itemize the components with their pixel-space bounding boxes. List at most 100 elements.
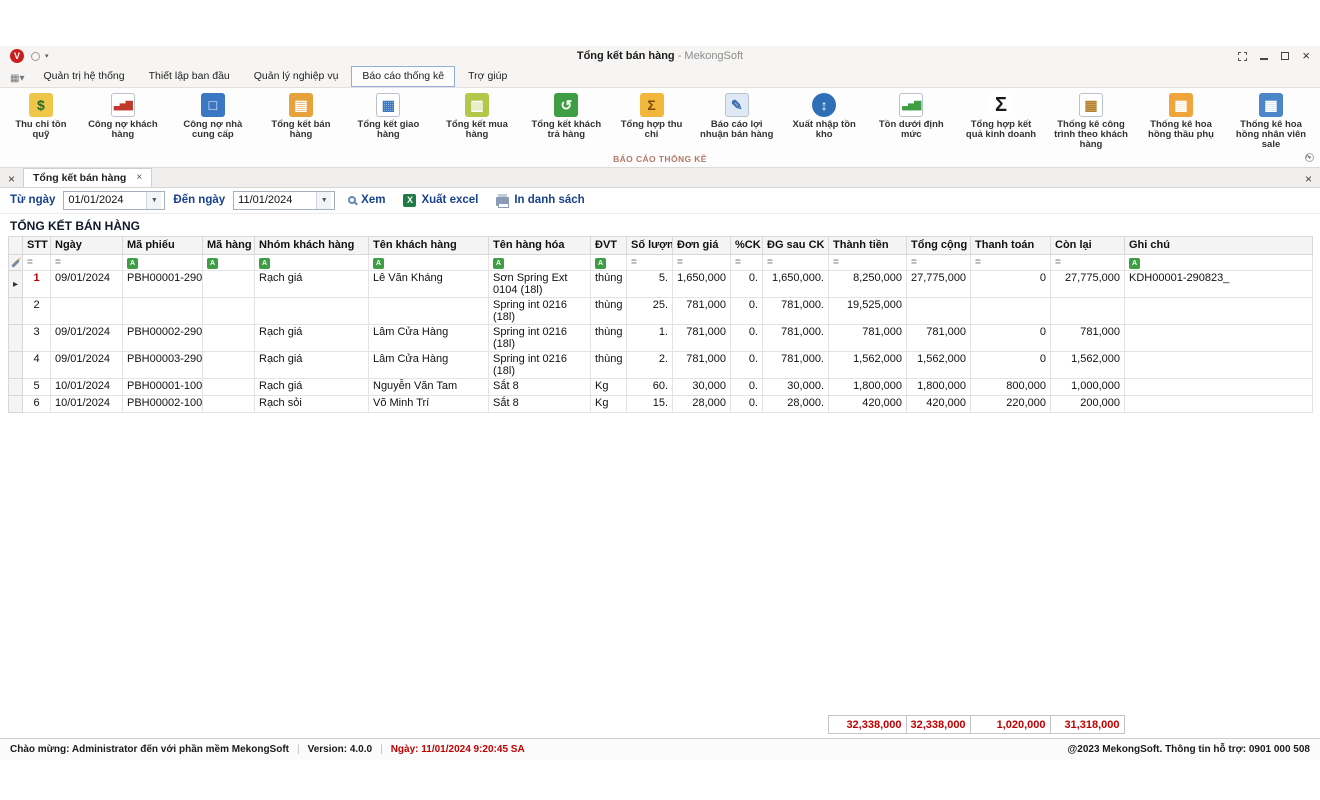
table-cell[interactable] [203,396,255,413]
table-cell[interactable] [369,298,489,325]
table-cell[interactable]: 0. [731,396,763,413]
table-cell[interactable] [203,352,255,379]
table-cell[interactable]: 420,000 [907,396,971,413]
table-cell[interactable]: 1 [23,271,51,298]
table-cell[interactable]: thùng [591,325,627,352]
to-date-dropdown-icon[interactable]: ▼ [316,192,331,209]
table-cell[interactable]: 60. [627,379,673,396]
column-header[interactable]: Số lượng [627,236,673,254]
column-header[interactable]: Mã hàng [203,236,255,254]
table-cell[interactable]: 1,562,000 [829,352,907,379]
to-date-value[interactable] [234,192,316,209]
filter-cell[interactable]: = [731,254,763,271]
table-cell[interactable] [1125,352,1313,379]
menu-tab-business-operations[interactable]: Quản lý nghiệp vụ [243,66,350,87]
ribbon-button-project-by-customer-stats[interactable]: ▦Thống kê công trình theo khách hàng [1046,91,1136,152]
table-cell[interactable]: 0. [731,271,763,298]
table-cell[interactable]: 220,000 [971,396,1051,413]
table-cell[interactable]: 420,000 [829,396,907,413]
table-cell[interactable]: 2. [627,352,673,379]
table-cell[interactable]: 0 [971,352,1051,379]
table-cell[interactable]: 15. [627,396,673,413]
table-cell[interactable]: 781,000 [907,325,971,352]
restore-icon[interactable] [1281,50,1289,62]
table-cell[interactable] [1125,325,1313,352]
table-cell[interactable]: 781,000 [673,352,731,379]
table-row[interactable]: 610/01/2024PBH00002-100...Rạch sỏiVõ Min… [9,396,1313,413]
table-cell[interactable] [255,298,369,325]
table-cell[interactable]: 25. [627,298,673,325]
table-cell[interactable]: 10/01/2024 [51,396,123,413]
column-header[interactable]: ĐG sau CK [763,236,829,254]
column-header[interactable]: %CK [731,236,763,254]
table-cell[interactable] [203,271,255,298]
table-cell[interactable]: 4 [23,352,51,379]
filter-cell[interactable]: A [489,254,591,271]
table-cell[interactable]: Nguyễn Văn Tam [369,379,489,396]
column-header[interactable]: Đơn giá [673,236,731,254]
table-cell[interactable]: 1,000,000 [1051,379,1125,396]
filter-cell[interactable]: A [591,254,627,271]
filter-cell[interactable]: = [971,254,1051,271]
table-cell[interactable]: 0. [731,352,763,379]
table-cell[interactable]: 2 [23,298,51,325]
table-cell[interactable] [203,325,255,352]
table-cell[interactable]: 200,000 [1051,396,1125,413]
app-logo-icon[interactable]: V [10,49,24,63]
filter-cell[interactable]: A [369,254,489,271]
table-cell[interactable]: 0. [731,325,763,352]
menu-grid-icon[interactable]: ▦▾ [4,73,30,87]
filter-cell[interactable]: = [51,254,123,271]
table-cell[interactable]: Spring int 0216 (18l) [489,298,591,325]
table-row[interactable]: 309/01/2024PBH00002-290...Rạch giáLâm Cử… [9,325,1313,352]
filter-cell[interactable]: = [907,254,971,271]
table-cell[interactable]: 1,800,000 [829,379,907,396]
menu-tab-system-administration[interactable]: Quản trị hệ thống [32,66,135,87]
ribbon-button-below-minimum-stock[interactable]: ▃▅▇Tồn dưới định mức [867,91,956,142]
column-header[interactable]: STT [23,236,51,254]
tabstrip-close-right-icon[interactable]: × [1305,173,1312,185]
table-cell[interactable]: Rạch giá [255,271,369,298]
print-list-button[interactable]: In danh sách [491,194,589,206]
table-cell[interactable]: Sắt 8 [489,396,591,413]
table-cell[interactable]: PBH00003-290... [123,352,203,379]
tabstrip-close-left-icon[interactable]: × [6,173,23,187]
column-header[interactable]: ĐVT [591,236,627,254]
table-cell[interactable]: 0. [731,298,763,325]
table-cell[interactable]: 1,562,000 [1051,352,1125,379]
table-cell[interactable]: 781,000 [673,298,731,325]
table-cell[interactable]: 09/01/2024 [51,352,123,379]
ribbon-button-income-expense-summary[interactable]: ΣTổng hợp thu chi [611,91,691,142]
table-cell[interactable]: PBH00001-290... [123,271,203,298]
table-cell[interactable]: Rạch sỏi [255,396,369,413]
ribbon-button-business-results-summary[interactable]: ΣTổng hợp kết quả kinh doanh [956,91,1046,142]
fit-window-icon[interactable] [1238,50,1247,62]
ribbon-collapse-icon[interactable]: ^ [1305,156,1310,164]
table-cell[interactable]: Spring int 0216 (18l) [489,352,591,379]
table-cell[interactable]: 781,000 [1051,325,1125,352]
table-cell[interactable]: 781,000. [763,352,829,379]
table-cell[interactable]: 28,000 [673,396,731,413]
filter-cell[interactable]: A [1125,254,1313,271]
table-row[interactable]: 409/01/2024PBH00003-290...Rạch giáLâm Cử… [9,352,1313,379]
table-cell[interactable] [1051,298,1125,325]
table-cell[interactable] [203,379,255,396]
ribbon-button-delivery-summary[interactable]: ▦Tổng kết giao hàng [344,91,433,142]
filter-cell[interactable]: A [255,254,369,271]
column-header[interactable]: Thanh toán [971,236,1051,254]
menu-tab-initial-setup[interactable]: Thiết lập ban đầu [138,66,241,87]
table-cell[interactable]: 1. [627,325,673,352]
table-cell[interactable]: Võ Minh Trí [369,396,489,413]
ribbon-button-sales-profit-report[interactable]: ✎Báo cáo lợi nhuận bán hàng [692,91,782,142]
column-header[interactable]: Ghi chú [1125,236,1313,254]
ribbon-button-customer-returns-summary[interactable]: ↺Tổng kết khách trả hàng [521,91,611,142]
table-cell[interactable]: 30,000. [763,379,829,396]
table-cell[interactable]: 1,650,000. [763,271,829,298]
filter-cell[interactable]: = [627,254,673,271]
table-cell[interactable]: Rạch giá [255,325,369,352]
table-cell[interactable] [51,298,123,325]
table-cell[interactable]: 5 [23,379,51,396]
table-cell[interactable]: 3 [23,325,51,352]
table-cell[interactable]: 781,000 [829,325,907,352]
minimize-icon[interactable] [1260,50,1268,62]
